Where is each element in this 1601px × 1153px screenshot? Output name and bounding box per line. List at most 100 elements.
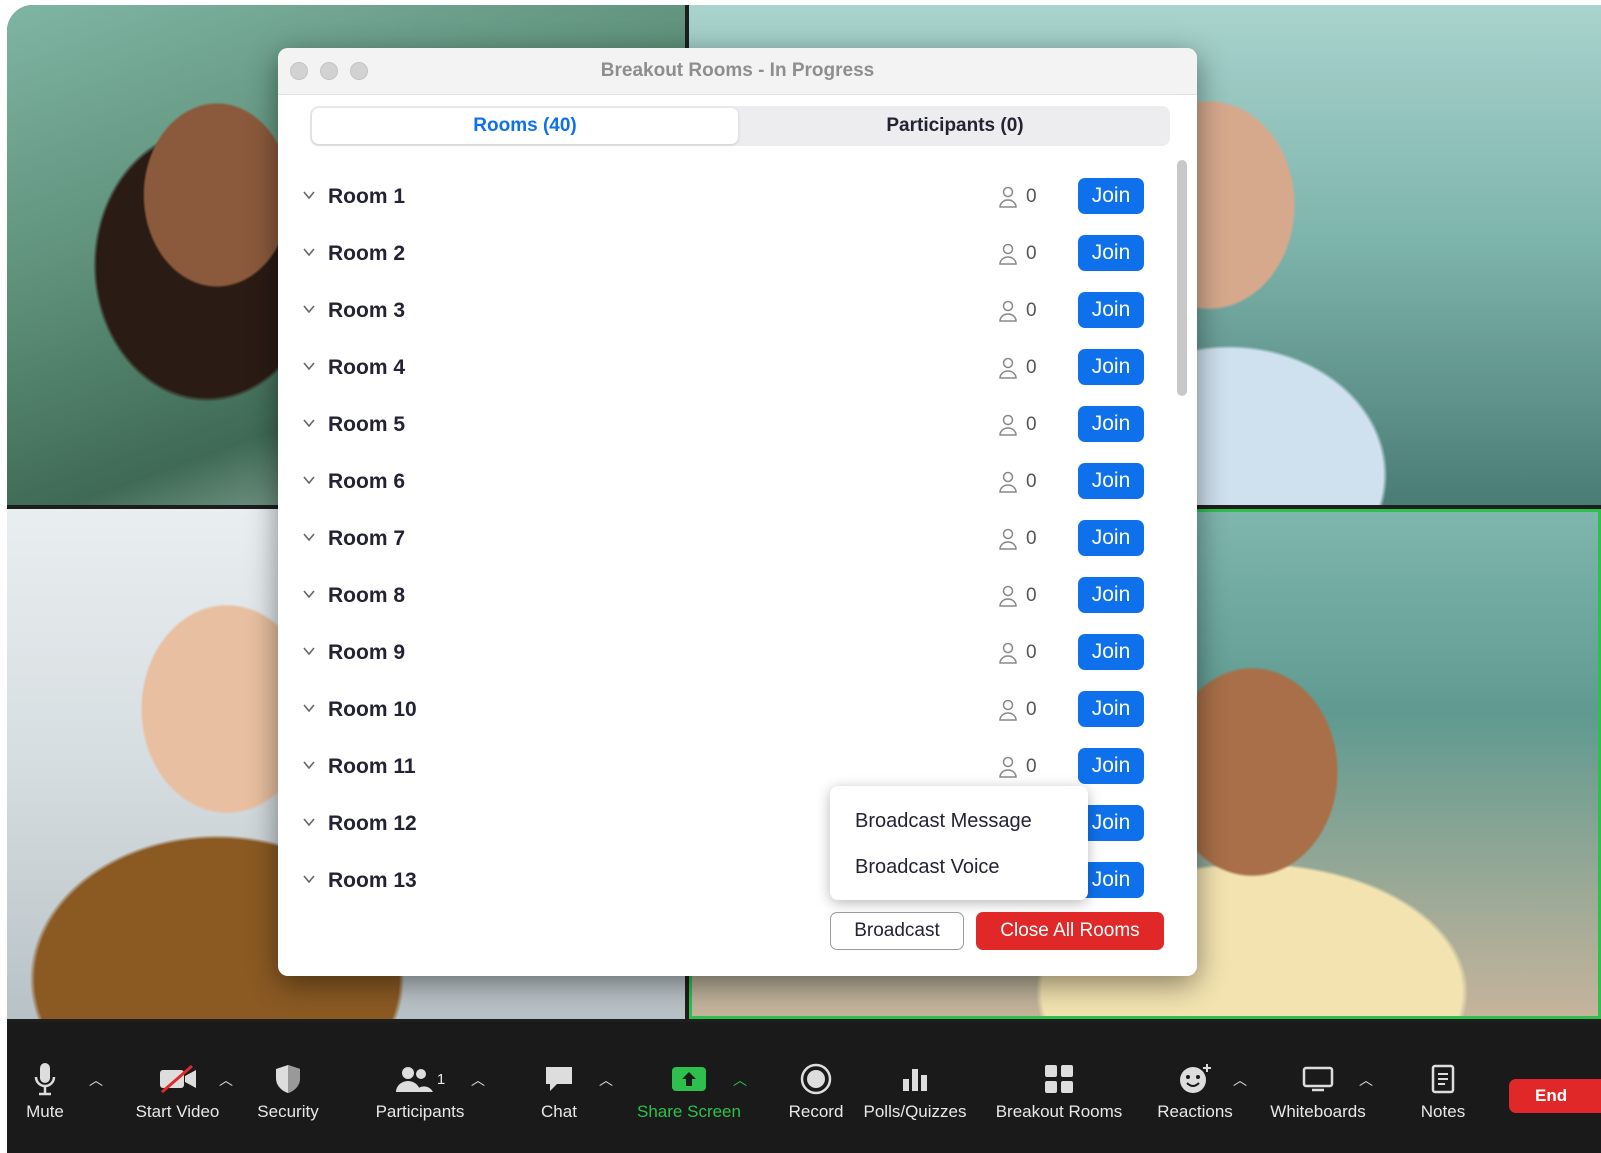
room-name: Room 2 [328, 242, 406, 265]
tab-rooms[interactable]: Rooms (40) [312, 108, 738, 144]
room-row[interactable]: Room 1 0 Join [278, 168, 1168, 225]
participants-options-caret-icon[interactable]: ︿ [471, 1070, 485, 1090]
share-screen-button[interactable]: Share Screen [629, 1060, 749, 1122]
notes-button[interactable]: Notes [1413, 1060, 1473, 1122]
chat-button[interactable]: Chat [529, 1060, 589, 1122]
join-room-button[interactable]: Join [1078, 463, 1144, 499]
breakout-grid-icon [989, 1060, 1129, 1098]
chevron-down-icon[interactable] [302, 758, 316, 772]
room-participant-count: 0 [1026, 186, 1037, 207]
chevron-down-icon[interactable] [302, 302, 316, 316]
room-name: Room 9 [328, 641, 406, 664]
person-icon [999, 642, 1017, 664]
broadcast-button[interactable]: Broadcast [830, 912, 964, 950]
breakout-rooms-dialog: Breakout Rooms - In Progress Rooms (40) … [278, 48, 1197, 976]
room-name: Room 10 [328, 698, 417, 721]
participants-button[interactable]: 1 Participants [367, 1060, 473, 1122]
chevron-down-icon[interactable] [302, 701, 316, 715]
chat-bubble-icon [529, 1060, 589, 1098]
room-participant-count: 0 [1026, 414, 1037, 435]
shield-icon [250, 1060, 326, 1098]
room-row[interactable]: Room 2 0 Join [278, 225, 1168, 282]
chevron-down-icon[interactable] [302, 359, 316, 373]
end-meeting-button[interactable]: End [1509, 1079, 1601, 1113]
room-participant-count: 0 [1026, 528, 1037, 549]
join-room-button[interactable]: Join [1078, 520, 1144, 556]
chevron-down-icon[interactable] [302, 245, 316, 259]
chevron-down-icon[interactable] [302, 416, 316, 430]
join-room-button[interactable]: Join [1078, 178, 1144, 214]
room-participant-count: 0 [1026, 642, 1037, 663]
reactions-button[interactable]: Reactions [1153, 1060, 1237, 1122]
person-icon [999, 243, 1017, 265]
smiley-add-icon [1153, 1060, 1237, 1098]
microphone-icon [15, 1060, 75, 1098]
participants-count: 1 [436, 1070, 446, 1088]
meeting-toolbar: Mute ︿ Start Video ︿ Security 1 Particip… [7, 1022, 1601, 1153]
chevron-down-icon[interactable] [302, 530, 316, 544]
whiteboard-icon [1265, 1060, 1371, 1098]
audio-options-caret-icon[interactable]: ︿ [89, 1070, 103, 1090]
join-room-button[interactable]: Join [1078, 292, 1144, 328]
chevron-down-icon[interactable] [302, 587, 316, 601]
room-name: Room 7 [328, 527, 406, 550]
room-participant-count: 0 [1026, 300, 1037, 321]
chevron-down-icon[interactable] [302, 644, 316, 658]
broadcast-message-item[interactable]: Broadcast Message [855, 810, 1032, 833]
dialog-tabs: Rooms (40) Participants (0) [310, 106, 1170, 146]
broadcast-voice-item[interactable]: Broadcast Voice [855, 856, 1000, 879]
video-options-caret-icon[interactable]: ︿ [219, 1070, 233, 1090]
join-room-button[interactable]: Join [1078, 691, 1144, 727]
join-room-button[interactable]: Join [1078, 634, 1144, 670]
security-label: Security [257, 1102, 319, 1121]
record-button[interactable]: Record [783, 1060, 849, 1122]
dialog-title: Breakout Rooms - In Progress [600, 60, 875, 81]
tab-participants[interactable]: Participants (0) [742, 108, 1168, 144]
chevron-down-icon[interactable] [302, 815, 316, 829]
person-icon [999, 756, 1017, 778]
chevron-down-icon[interactable] [302, 188, 316, 202]
whiteboards-options-caret-icon[interactable]: ︿ [1359, 1070, 1373, 1090]
join-room-button[interactable]: Join [1078, 235, 1144, 271]
breakout-rooms-button[interactable]: Breakout Rooms [989, 1060, 1129, 1122]
person-icon [999, 471, 1017, 493]
room-name: Room 1 [328, 185, 406, 208]
join-room-button[interactable]: Join [1078, 748, 1144, 784]
join-room-button[interactable]: Join [1078, 349, 1144, 385]
room-name: Room 8 [328, 584, 406, 607]
start-video-button[interactable]: Start Video [125, 1060, 230, 1122]
participants-label: Participants [375, 1102, 465, 1121]
person-icon [999, 300, 1017, 322]
reactions-options-caret-icon[interactable]: ︿ [1233, 1070, 1247, 1090]
room-row[interactable]: Room 10 0 Join [278, 681, 1168, 738]
share-options-caret-icon[interactable]: ︿ [733, 1070, 747, 1090]
join-room-button[interactable]: Join [1078, 406, 1144, 442]
close-all-rooms-button[interactable]: Close All Rooms [976, 912, 1164, 950]
dialog-titlebar: Breakout Rooms - In Progress [278, 48, 1197, 95]
record-label: Record [788, 1102, 844, 1121]
chevron-down-icon[interactable] [302, 473, 316, 487]
chat-options-caret-icon[interactable]: ︿ [599, 1070, 613, 1090]
chevron-down-icon[interactable] [302, 872, 316, 886]
room-row[interactable]: Room 9 0 Join [278, 624, 1168, 681]
person-icon [999, 585, 1017, 607]
room-name: Room 12 [328, 812, 417, 835]
whiteboards-button[interactable]: Whiteboards [1265, 1060, 1371, 1122]
start-video-label: Start Video [135, 1102, 220, 1121]
bar-chart-icon [859, 1060, 971, 1098]
room-row[interactable]: Room 3 0 Join [278, 282, 1168, 339]
room-row[interactable]: Room 4 0 Join [278, 339, 1168, 396]
room-participant-count: 0 [1026, 471, 1037, 492]
room-row[interactable]: Room 5 0 Join [278, 396, 1168, 453]
mute-button[interactable]: Mute [15, 1060, 75, 1122]
room-name: Room 11 [328, 755, 416, 778]
room-row[interactable]: Room 8 0 Join [278, 567, 1168, 624]
room-row[interactable]: Room 6 0 Join [278, 453, 1168, 510]
mute-label: Mute [26, 1102, 64, 1121]
polls-label: Polls/Quizzes [863, 1102, 967, 1121]
rooms-list-scrollbar[interactable] [1177, 160, 1187, 396]
join-room-button[interactable]: Join [1078, 577, 1144, 613]
security-button[interactable]: Security [250, 1060, 326, 1122]
polls-button[interactable]: Polls/Quizzes [859, 1060, 971, 1122]
room-row[interactable]: Room 7 0 Join [278, 510, 1168, 567]
